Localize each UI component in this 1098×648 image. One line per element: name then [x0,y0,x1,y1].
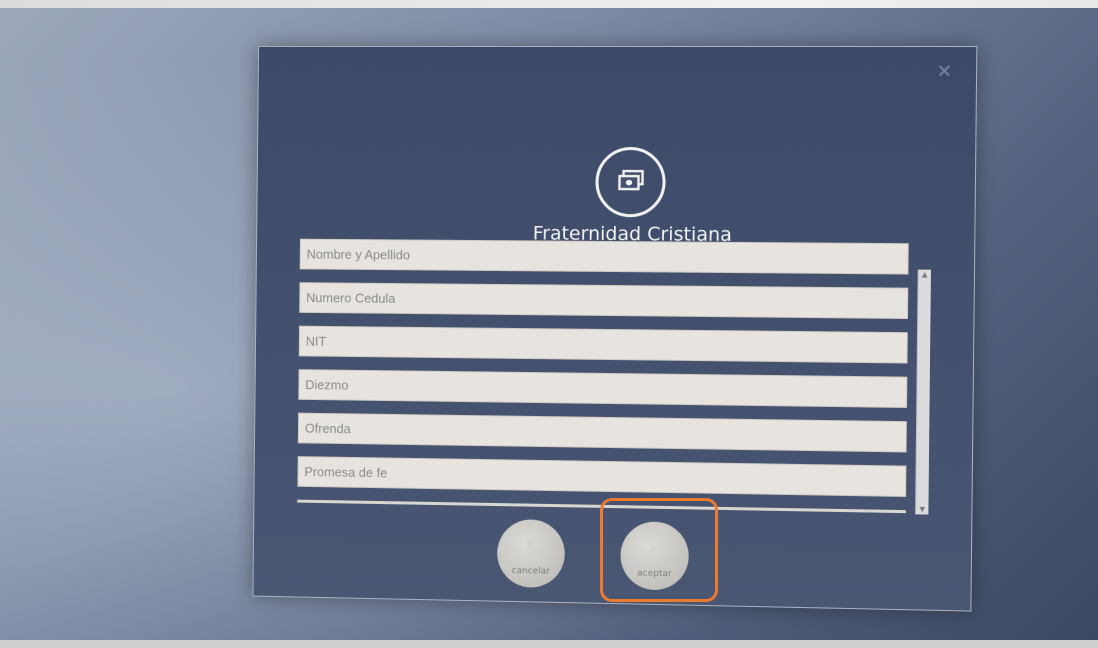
scroll-down-icon[interactable]: ▼ [916,504,928,514]
cancel-button[interactable]: ✕ cancelar [497,519,565,588]
cancel-icon: ✕ [523,537,539,553]
close-icon[interactable]: ✕ [933,61,956,83]
accept-highlight-outline [600,498,718,602]
cancel-button-label: cancelar [512,566,550,577]
tithe-field[interactable] [298,369,907,408]
faith-promise-field[interactable] [297,456,906,497]
form-scroll-area [293,239,915,519]
money-stack-icon [615,168,645,196]
id-number-field[interactable] [299,282,908,319]
form-scrollbar[interactable]: ▲ ▼ [915,270,931,515]
scroll-up-icon[interactable]: ▲ [919,270,931,280]
name-field[interactable] [300,239,909,275]
monitor-bezel-top [0,0,1098,8]
offering-field[interactable] [298,413,907,453]
app-logo [595,147,666,217]
desktop-screen: ✕ Fraternidad Cristiana ▲ ▼ ✕ cancelar [0,0,1098,648]
monitor-bezel-bottom [0,640,1098,648]
nit-field[interactable] [299,326,908,364]
